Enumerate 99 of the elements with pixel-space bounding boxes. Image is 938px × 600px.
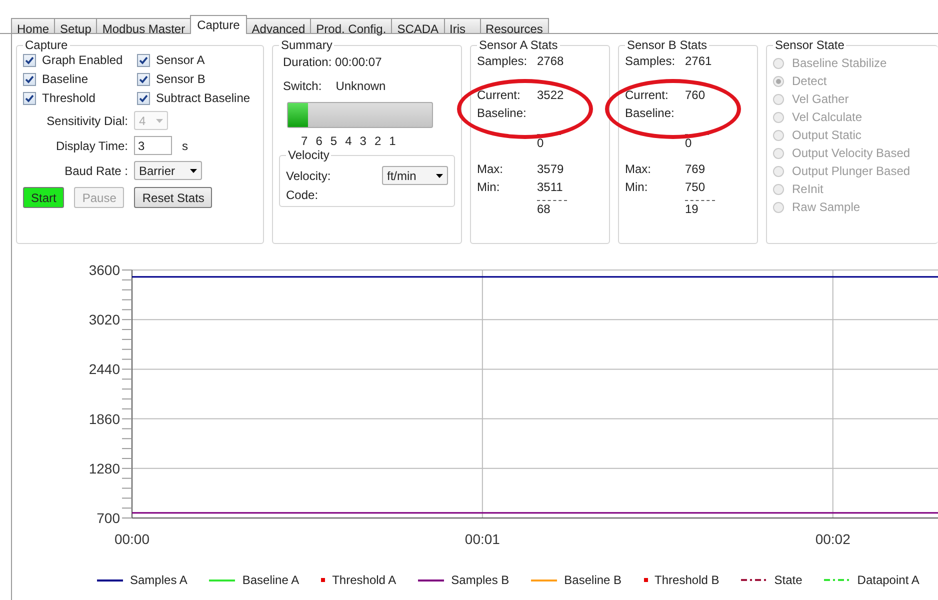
tab[interactable]: Iris bbox=[444, 18, 481, 33]
legend-label: Datapoint A bbox=[857, 573, 920, 587]
stat-label: Baseline: bbox=[625, 106, 676, 120]
stat-value: 750 bbox=[685, 180, 706, 194]
action-button[interactable]: Reset Stats bbox=[134, 187, 212, 208]
unit-label: s bbox=[182, 138, 188, 152]
y-tick-label: 1860 bbox=[88, 410, 120, 427]
stat-value: 0 bbox=[537, 136, 544, 150]
radio-label: Baseline Stabilize bbox=[792, 56, 887, 70]
stat-value: 2768 bbox=[537, 54, 565, 68]
radio-label: Raw Sample bbox=[792, 200, 860, 214]
scale-label: 5 bbox=[330, 134, 338, 148]
group-title: Sensor B Stats bbox=[626, 38, 708, 52]
checkbox[interactable] bbox=[23, 72, 36, 86]
checkbox-label: Baseline bbox=[42, 72, 88, 86]
code-label: Code: bbox=[286, 188, 318, 202]
velocity-label: Velocity: bbox=[286, 168, 331, 182]
scale-label: 3 bbox=[360, 134, 366, 148]
caret-icon bbox=[436, 174, 443, 178]
display-time-field[interactable]: 3 bbox=[134, 136, 172, 155]
group-title: Capture bbox=[24, 38, 69, 52]
stat-label: Max: bbox=[625, 162, 652, 176]
radio-label: ReInit bbox=[792, 182, 824, 196]
caret-icon bbox=[190, 168, 197, 172]
radio-label: Output Velocity Based bbox=[792, 146, 910, 160]
radio-label: Vel Calculate bbox=[792, 110, 862, 124]
checkbox[interactable] bbox=[137, 92, 150, 104]
stat-value: 760 bbox=[685, 88, 706, 102]
y-tick-label: 700 bbox=[96, 510, 120, 526]
baud-rate-dropdown[interactable]: Barrier bbox=[134, 161, 202, 180]
legend-label: Samples A bbox=[130, 573, 188, 587]
legend-label: Baseline A bbox=[242, 573, 300, 587]
legend-label: Samples B bbox=[451, 573, 510, 587]
stat-label: Samples: bbox=[625, 54, 676, 68]
radio-label: Vel Gather bbox=[792, 92, 849, 106]
tab[interactable]: Prod. Config. bbox=[310, 18, 392, 33]
stat-label: Max: bbox=[477, 162, 504, 176]
stat-label: Min: bbox=[477, 180, 501, 194]
y-tick-label: 1280 bbox=[88, 460, 120, 476]
scale-label: 1 bbox=[389, 134, 396, 148]
stat-label: Current: bbox=[625, 88, 670, 102]
checkbox-label: Graph Enabled bbox=[42, 53, 123, 67]
stat-label: Samples: bbox=[477, 54, 528, 68]
y-tick-label: 3600 bbox=[88, 265, 120, 278]
checkbox[interactable] bbox=[137, 72, 150, 86]
tab[interactable]: Setup bbox=[54, 18, 98, 33]
checkbox[interactable] bbox=[23, 54, 36, 66]
group-title: Summary bbox=[280, 38, 334, 52]
stat-value: 3579 bbox=[537, 162, 565, 176]
scale-label: 2 bbox=[374, 134, 382, 148]
legend-label: Threshold B bbox=[654, 573, 720, 587]
checkbox-label: Subtract Baseline bbox=[156, 91, 250, 105]
tab[interactable]: Home bbox=[11, 18, 56, 33]
stat-value: 3511 bbox=[537, 180, 564, 194]
stat-value: 68 bbox=[537, 202, 550, 216]
tab[interactable]: Modbus Master bbox=[96, 18, 192, 33]
tab[interactable]: Resources bbox=[480, 18, 549, 33]
y-tick-label: 3020 bbox=[88, 312, 120, 328]
x-tick-label: 00:00 bbox=[114, 531, 150, 547]
action-button[interactable]: Start bbox=[23, 187, 64, 208]
tab[interactable]: SCADA bbox=[391, 18, 445, 33]
tab[interactable]: Advanced bbox=[246, 18, 312, 33]
stat-value: 3522 bbox=[537, 88, 565, 102]
stat-value: 19 bbox=[685, 202, 698, 216]
group-title: Sensor A Stats bbox=[478, 38, 559, 52]
stat-value: 769 bbox=[685, 162, 706, 176]
checkbox-label: Threshold bbox=[42, 91, 96, 105]
legend-label: State bbox=[774, 573, 802, 587]
stat-label: Baseline: bbox=[477, 106, 528, 120]
unit-dropdown[interactable]: ft/min bbox=[382, 166, 448, 185]
stat-label: Current: bbox=[477, 88, 522, 102]
x-tick-label: 00:02 bbox=[815, 531, 850, 547]
y-tick-label: 2440 bbox=[88, 361, 120, 378]
x-tick-label: 00:01 bbox=[464, 531, 500, 547]
group-title: Velocity bbox=[287, 148, 330, 162]
duration-text: Duration: 00:00:07 bbox=[283, 55, 383, 69]
field-label: Display Time: bbox=[54, 138, 128, 152]
checkbox[interactable] bbox=[23, 92, 36, 104]
legend-label: Threshold A bbox=[332, 573, 396, 587]
stat-value: 0 bbox=[685, 136, 692, 150]
checkbox[interactable] bbox=[137, 54, 150, 66]
field-label: Sensitivity Dial: bbox=[46, 114, 128, 128]
tab[interactable]: Capture bbox=[190, 15, 247, 34]
group-title: Sensor State bbox=[774, 38, 846, 52]
scale-label: 7 bbox=[301, 134, 308, 148]
checkbox-label: Sensor B bbox=[156, 72, 206, 86]
stat-label: Min: bbox=[625, 180, 649, 194]
radio-label: Detect bbox=[792, 74, 827, 88]
switch-value: Unknown bbox=[336, 79, 386, 93]
scale-label: 6 bbox=[316, 134, 322, 148]
legend-label: Baseline B bbox=[564, 573, 622, 587]
stat-value: 2761 bbox=[685, 54, 713, 68]
checkbox-label: Sensor A bbox=[156, 53, 205, 67]
radio-label: Output Plunger Based bbox=[792, 164, 910, 178]
switch-label: Switch: bbox=[283, 79, 322, 93]
caret-icon bbox=[156, 118, 163, 122]
field-label: Baud Rate : bbox=[64, 164, 128, 178]
scale-label: 4 bbox=[345, 134, 352, 148]
radio-label: Output Static bbox=[792, 128, 862, 142]
